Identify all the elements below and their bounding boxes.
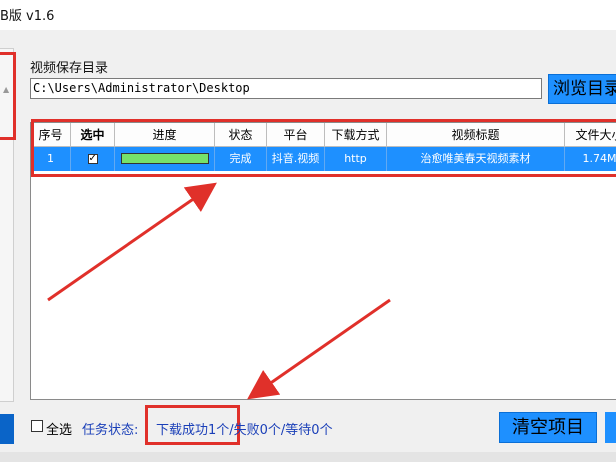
arrow-to-row [47, 182, 217, 302]
arrow-to-status [247, 298, 391, 400]
annotation-arrows [47, 182, 391, 400]
